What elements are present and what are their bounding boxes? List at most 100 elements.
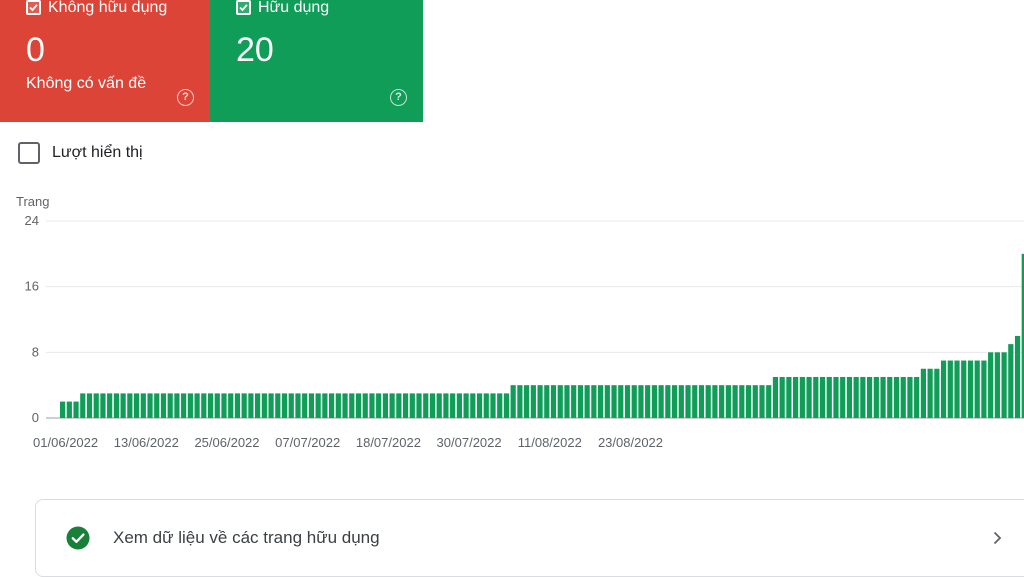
chart-bar[interactable] bbox=[772, 376, 779, 418]
chart-bar[interactable] bbox=[732, 385, 738, 418]
chart-bar[interactable] bbox=[705, 385, 711, 418]
chart-bar[interactable] bbox=[423, 393, 429, 419]
chart-bar[interactable] bbox=[382, 393, 388, 419]
chart-bar[interactable] bbox=[281, 393, 288, 419]
chart-bar[interactable] bbox=[994, 352, 1000, 418]
chart-bar[interactable] bbox=[181, 393, 187, 419]
chart-bar[interactable] bbox=[463, 393, 469, 419]
chart-bar[interactable] bbox=[880, 376, 886, 418]
chart-bar[interactable] bbox=[557, 385, 563, 418]
chart-bar[interactable] bbox=[308, 393, 315, 419]
chart-bar[interactable] bbox=[550, 385, 557, 418]
chart-bar[interactable] bbox=[234, 393, 241, 419]
chart-bar[interactable] bbox=[476, 393, 483, 419]
chart-bar[interactable] bbox=[954, 360, 960, 418]
chart-bar[interactable] bbox=[853, 376, 859, 418]
chart-bar[interactable] bbox=[745, 385, 752, 418]
chart-bar[interactable] bbox=[470, 393, 476, 419]
chart-bar[interactable] bbox=[698, 385, 705, 418]
chart-bar[interactable] bbox=[685, 385, 691, 418]
chart-bar[interactable] bbox=[241, 393, 247, 419]
chart-bar[interactable] bbox=[934, 368, 940, 418]
chart-bar[interactable] bbox=[813, 376, 819, 418]
chart-bar[interactable] bbox=[537, 385, 543, 418]
chart-bar[interactable] bbox=[187, 393, 193, 419]
chart-bar[interactable] bbox=[793, 376, 799, 418]
chart-bar[interactable] bbox=[577, 385, 584, 418]
chart-bar[interactable] bbox=[752, 385, 758, 418]
chart-bar[interactable] bbox=[671, 385, 678, 418]
chart-bar[interactable] bbox=[967, 360, 974, 418]
chart-bar[interactable] bbox=[893, 376, 900, 418]
chart-bar[interactable] bbox=[194, 393, 200, 419]
chart-bar[interactable] bbox=[840, 376, 846, 418]
chart-bar[interactable] bbox=[248, 393, 254, 419]
chart-bar[interactable] bbox=[564, 385, 570, 418]
chart-bar[interactable] bbox=[598, 385, 604, 418]
chart-bar[interactable] bbox=[396, 393, 402, 419]
chart-bar[interactable] bbox=[819, 376, 826, 418]
chart-bar[interactable] bbox=[436, 393, 442, 419]
chart-bar[interactable] bbox=[329, 393, 335, 419]
chart-bar[interactable] bbox=[160, 393, 167, 419]
chart-bar[interactable] bbox=[799, 376, 805, 418]
impressions-checkbox[interactable] bbox=[18, 142, 40, 164]
chart-bar[interactable] bbox=[591, 385, 597, 418]
chart-bar[interactable] bbox=[362, 393, 368, 419]
chart-bar[interactable] bbox=[907, 376, 913, 418]
chart-bar[interactable] bbox=[544, 385, 550, 418]
chart-bar[interactable] bbox=[826, 376, 832, 418]
chart-bar[interactable] bbox=[268, 393, 274, 419]
chart-bar[interactable] bbox=[887, 376, 893, 418]
chart-bar[interactable] bbox=[174, 393, 180, 419]
chart-bar[interactable] bbox=[611, 385, 617, 418]
help-icon[interactable]: ? bbox=[390, 89, 407, 106]
chart-bar[interactable] bbox=[275, 393, 281, 419]
chart-bar[interactable] bbox=[355, 393, 362, 419]
checkbox-checked-icon[interactable] bbox=[26, 0, 41, 15]
chart-bar[interactable] bbox=[631, 385, 637, 418]
chart-bar[interactable] bbox=[779, 376, 785, 418]
chart-bar[interactable] bbox=[961, 360, 967, 418]
chart-bar[interactable] bbox=[920, 368, 926, 418]
chart-bar[interactable] bbox=[167, 393, 173, 419]
chart-bar[interactable] bbox=[214, 393, 220, 419]
chart-bar[interactable] bbox=[759, 385, 765, 418]
checkbox-checked-icon[interactable] bbox=[236, 0, 251, 15]
chart-bar[interactable] bbox=[221, 393, 227, 419]
chart-bar[interactable] bbox=[678, 385, 684, 418]
chart-bar[interactable] bbox=[261, 393, 267, 419]
chart-bar[interactable] bbox=[712, 385, 718, 418]
chart-bar[interactable] bbox=[456, 393, 462, 419]
chart-bar[interactable] bbox=[988, 352, 994, 418]
chart-bar[interactable] bbox=[322, 393, 328, 419]
chart-bar[interactable] bbox=[100, 393, 106, 419]
chart-bar[interactable] bbox=[571, 385, 577, 418]
chart-bar[interactable] bbox=[154, 393, 160, 419]
chart-bar[interactable] bbox=[73, 401, 79, 418]
chart-bar[interactable] bbox=[618, 385, 624, 418]
chart-bar[interactable] bbox=[201, 393, 207, 419]
chart-bar[interactable] bbox=[947, 360, 953, 418]
chart-bar[interactable] bbox=[530, 385, 536, 418]
chart-bar[interactable] bbox=[725, 385, 731, 418]
chart-bar[interactable] bbox=[450, 393, 456, 419]
chart-bar[interactable] bbox=[638, 385, 644, 418]
chart-bar[interactable] bbox=[369, 393, 375, 419]
chart-bar[interactable] bbox=[517, 385, 523, 418]
chart-bar[interactable] bbox=[93, 393, 99, 419]
chart-bar[interactable] bbox=[584, 385, 590, 418]
chart-bar[interactable] bbox=[846, 376, 853, 418]
chart-bar[interactable] bbox=[510, 385, 516, 418]
chart-bar[interactable] bbox=[645, 385, 651, 418]
chart-bar[interactable] bbox=[60, 401, 66, 418]
chart-bar[interactable] bbox=[228, 393, 234, 419]
chart-bar[interactable] bbox=[335, 393, 341, 419]
chart-bar[interactable] bbox=[900, 376, 906, 418]
chart-bar[interactable] bbox=[692, 385, 698, 418]
chart-bar[interactable] bbox=[113, 393, 119, 419]
chart-bar[interactable] bbox=[1001, 352, 1007, 418]
chart-bar[interactable] bbox=[443, 393, 449, 419]
chart-bar[interactable] bbox=[86, 393, 93, 419]
chart-bar[interactable] bbox=[914, 376, 920, 418]
